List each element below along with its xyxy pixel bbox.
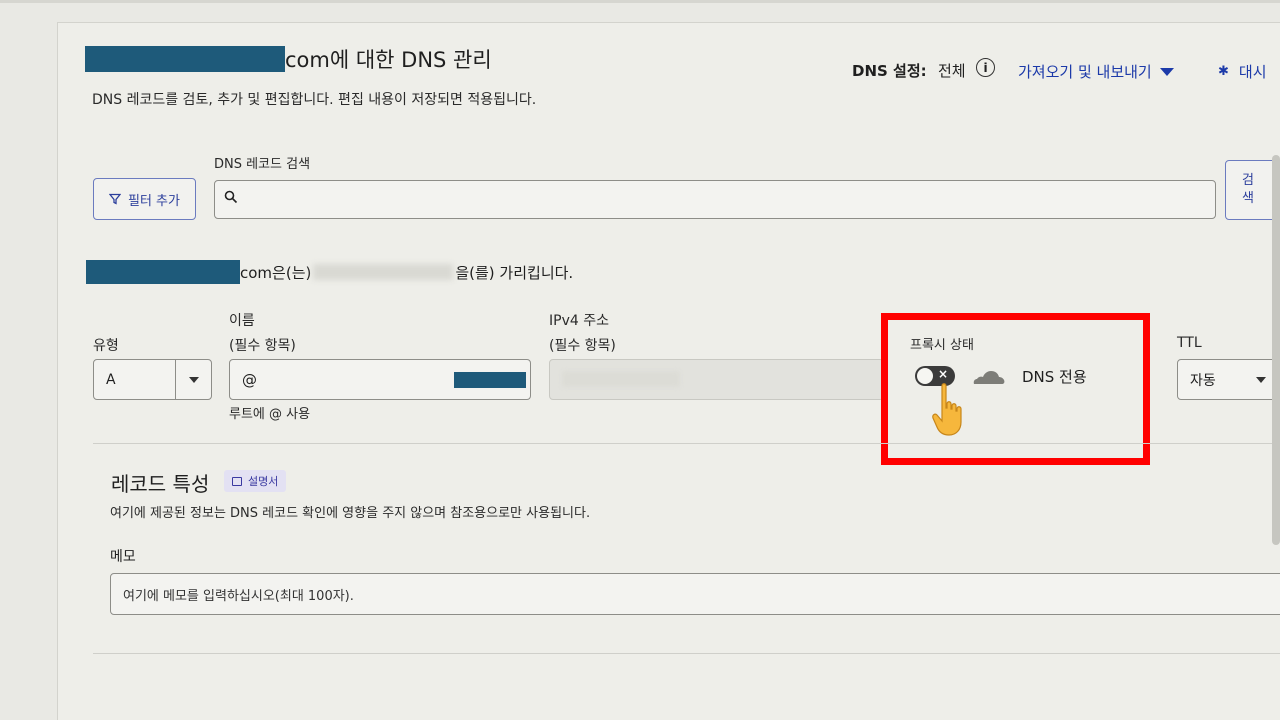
- documentation-link[interactable]: 설명서: [224, 470, 287, 492]
- top-border: [0, 0, 1280, 3]
- name-value: @: [242, 370, 257, 389]
- gear-icon: ✱: [1218, 64, 1229, 79]
- redacted-name: [454, 372, 526, 388]
- add-filter-button[interactable]: 필터 추가: [93, 178, 196, 220]
- name-required: (필수 항목): [229, 338, 296, 354]
- scrollbar[interactable]: [1272, 155, 1280, 545]
- search-label: DNS 레코드 검색: [214, 157, 311, 172]
- documentation-label: 설명서: [248, 475, 279, 488]
- redacted-domain: [85, 46, 285, 72]
- dns-record-search-input[interactable]: [214, 180, 1216, 219]
- name-label: 이름: [229, 313, 255, 329]
- search-button-label-2: 색: [1242, 191, 1254, 206]
- add-filter-label: 필터 추가: [128, 193, 180, 209]
- page-subtitle: DNS 레코드를 검토, 추가 및 편집합니다. 편집 내용이 저장되면 적용됩…: [92, 92, 537, 108]
- name-hint: 루트에 @ 사용: [229, 407, 311, 422]
- book-icon: [232, 476, 242, 486]
- memo-label: 메모: [110, 549, 136, 565]
- memo-input[interactable]: 여기에 메모를 입력하십시오(최대 100자).: [110, 573, 1280, 615]
- search-button-label-1: 검: [1242, 173, 1254, 188]
- dns-setting-label: DNS 설정:: [852, 62, 927, 80]
- redacted-ip: [313, 264, 454, 280]
- record-attributes-title: 레코드 특성: [111, 472, 210, 496]
- divider: [93, 443, 1280, 444]
- ipv4-label: IPv4 주소: [549, 313, 609, 329]
- type-value: A: [106, 371, 116, 388]
- ipv4-required: (필수 항목): [549, 338, 616, 354]
- redacted-ipv4: [562, 371, 680, 387]
- import-export-dropdown[interactable]: 가져오기 및 내보내기: [1018, 61, 1174, 82]
- search-icon: [224, 190, 238, 204]
- redacted-domain: [86, 260, 240, 284]
- type-label: 유형: [93, 338, 119, 354]
- dashboard-link[interactable]: ✱ 대시: [1218, 61, 1267, 82]
- page-title-text: com에 대한 DNS 관리: [285, 48, 492, 72]
- ttl-value: 자동: [1190, 372, 1216, 389]
- caret-down-icon: [1159, 67, 1174, 76]
- page-title: com에 대한 DNS 관리: [85, 44, 492, 74]
- points-suffix-1: com은(는): [240, 263, 312, 282]
- type-select[interactable]: A: [93, 359, 212, 400]
- chevron-down-icon: [175, 360, 211, 399]
- chevron-down-icon: [1256, 376, 1266, 383]
- points-suffix-2: 을(를) 가리킵니다.: [455, 263, 574, 282]
- ttl-label: TTL: [1177, 335, 1202, 351]
- points-to-text: com은(는) 을(를) 가리킵니다.: [86, 259, 573, 285]
- ttl-select[interactable]: 자동: [1177, 359, 1280, 400]
- divider: [93, 653, 1280, 654]
- import-export-label: 가져오기 및 내보내기: [1018, 63, 1152, 81]
- memo-placeholder: 여기에 메모를 입력하십시오(최대 100자).: [123, 588, 354, 604]
- record-attributes-description: 여기에 제공된 정보는 DNS 레코드 확인에 영향을 주지 않으며 참조용으로…: [110, 506, 591, 521]
- dns-setting-value: 전체: [938, 62, 966, 80]
- filter-icon: [109, 193, 121, 205]
- dashboard-label: 대시: [1238, 63, 1267, 81]
- info-icon[interactable]: i: [976, 58, 995, 77]
